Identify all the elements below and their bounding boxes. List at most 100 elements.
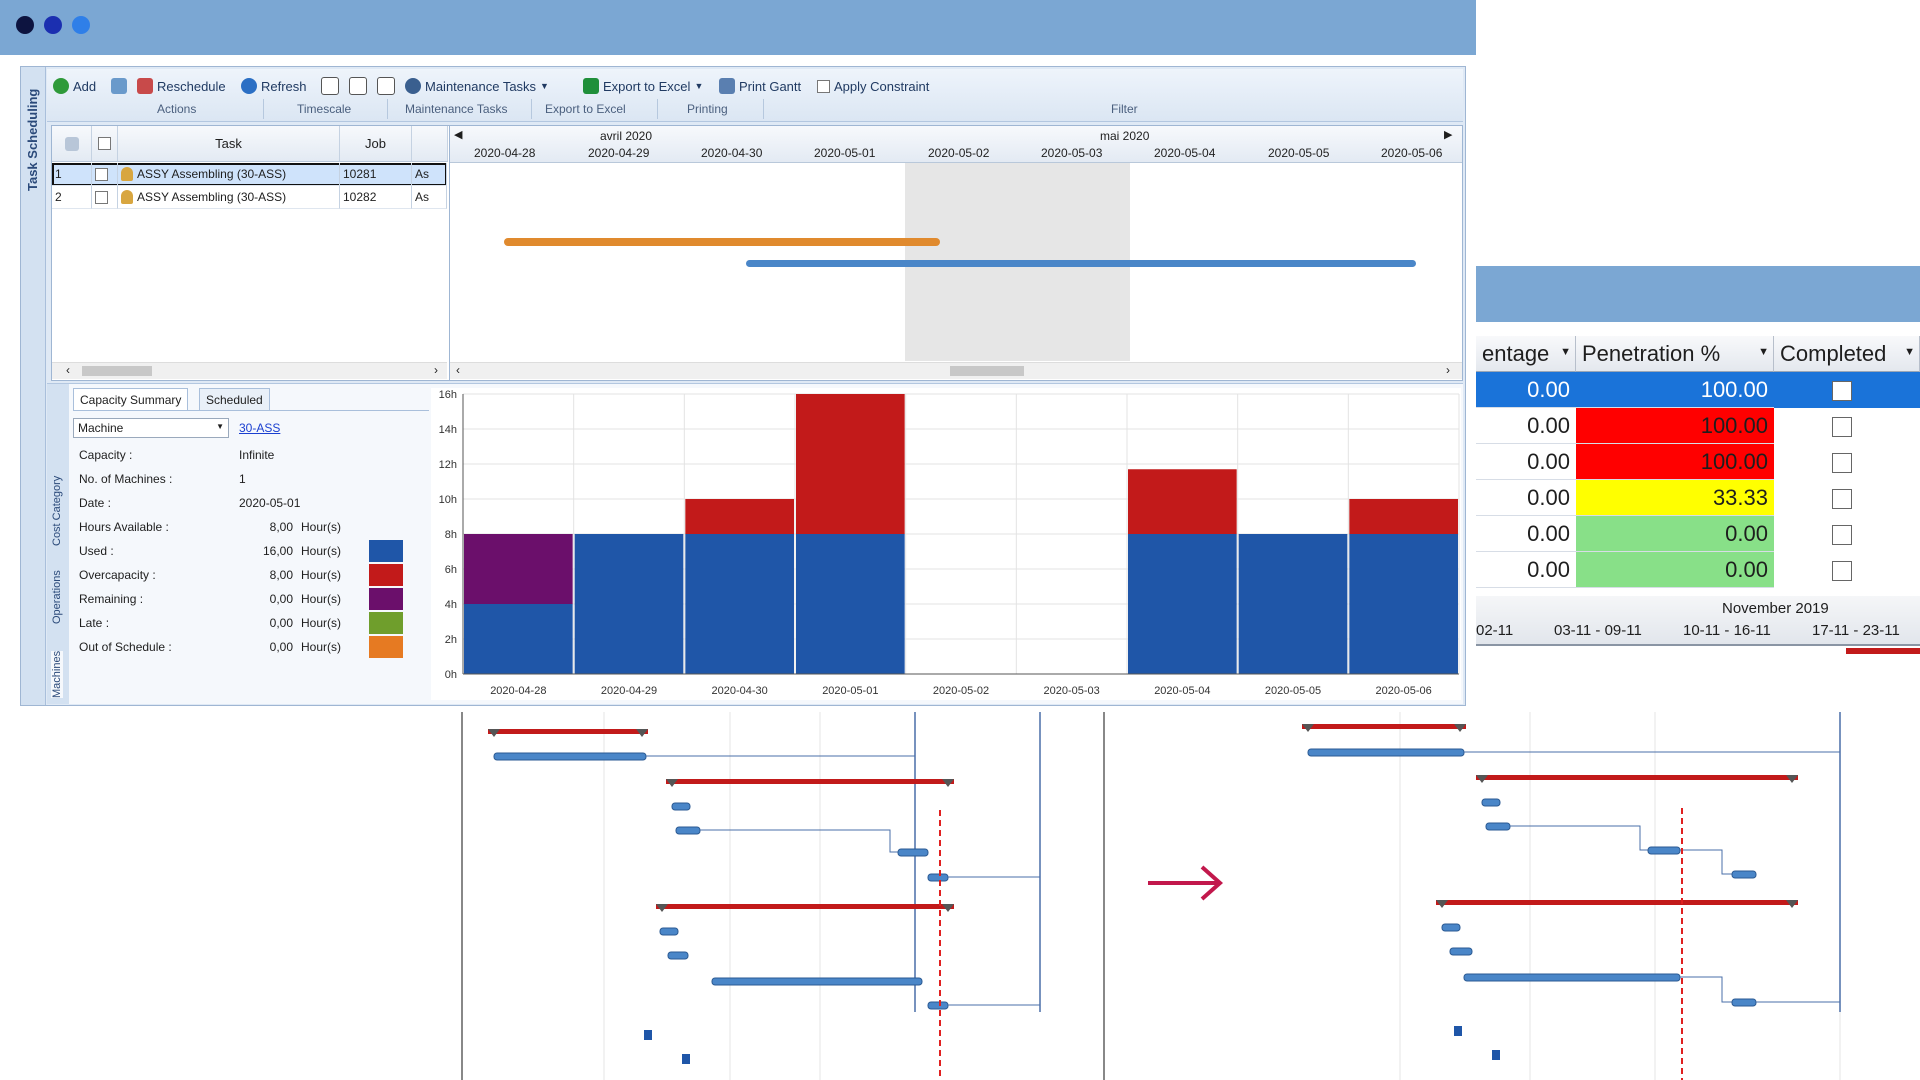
completed-checkbox[interactable]	[1832, 561, 1852, 581]
scroll-thumb[interactable]	[950, 366, 1024, 376]
select-all-checkbox[interactable]	[98, 137, 111, 150]
apply-constraint-checkbox[interactable]: Apply Constraint	[817, 75, 929, 97]
scroll-next-icon[interactable]: ▶	[1444, 128, 1452, 141]
task-bar[interactable]	[1731, 998, 1757, 1007]
completed-checkbox[interactable]	[1832, 453, 1852, 473]
scroll-left-icon[interactable]: ‹	[66, 363, 70, 377]
resource-type-select[interactable]: Machine ▼	[73, 418, 229, 438]
add-button[interactable]: Add	[53, 75, 96, 97]
summary-bar[interactable]	[488, 729, 648, 734]
task-bar[interactable]	[711, 977, 923, 986]
task-cell[interactable]: ASSY Assembling (30-ASS)	[118, 186, 340, 209]
task-bar[interactable]	[1731, 870, 1757, 879]
extra-cell[interactable]: As	[412, 163, 447, 186]
chevron-down-icon[interactable]: ▼	[1904, 346, 1915, 358]
grid-options-header[interactable]	[52, 126, 92, 162]
side-tab-operations[interactable]: Operations	[51, 570, 63, 624]
dependency-link	[1680, 976, 1732, 1003]
completed-checkbox[interactable]	[1832, 417, 1852, 437]
summary-bar[interactable]	[666, 779, 954, 784]
task-bar[interactable]	[927, 873, 949, 882]
scroll-left-icon[interactable]: ‹	[456, 363, 460, 377]
task-bar[interactable]	[671, 802, 691, 811]
table-row[interactable]: 0.00 0.00	[1476, 516, 1920, 552]
side-tab-machines[interactable]: Machines	[51, 650, 63, 698]
task-bar[interactable]	[667, 951, 689, 960]
table-row[interactable]: 2 ASSY Assembling (30-ASS) 10282 As	[52, 186, 447, 209]
row-checkbox-cell[interactable]	[92, 186, 118, 209]
timescale-month-button[interactable]	[377, 75, 395, 97]
summary-bar[interactable]	[1302, 724, 1466, 729]
completed-checkbox[interactable]	[1832, 525, 1852, 545]
task-bar[interactable]	[1481, 798, 1501, 807]
task-bar[interactable]	[1485, 822, 1511, 831]
completed-checkbox[interactable]	[1832, 381, 1852, 401]
select-all-header[interactable]	[92, 126, 118, 162]
chevron-down-icon[interactable]: ▼	[1560, 346, 1571, 358]
task-bar[interactable]	[1647, 846, 1681, 855]
table-row[interactable]: 1 ASSY Assembling (30-ASS) 10281 As	[52, 163, 447, 186]
summary-bar[interactable]	[656, 904, 954, 909]
chart-x-tick-label: 2020-05-06	[1376, 685, 1432, 697]
summary-bar[interactable]	[1436, 900, 1798, 905]
column-header-completed[interactable]: Completed ▼	[1774, 336, 1920, 372]
tab-capacity-summary[interactable]: Capacity Summary	[73, 388, 189, 411]
task-bar[interactable]	[1441, 923, 1461, 932]
export-excel-button[interactable]: Export to Excel ▼	[583, 75, 703, 97]
resource-link[interactable]: 30-ASS	[239, 421, 280, 435]
row-checkbox[interactable]	[95, 190, 108, 204]
reschedule-button[interactable]: Reschedule	[137, 75, 226, 97]
gantt-horizontal-scrollbar[interactable]: ‹ ›	[450, 362, 1462, 379]
task-cell[interactable]: ASSY Assembling (30-ASS)	[118, 163, 340, 186]
extra-cell[interactable]: As	[412, 186, 447, 209]
summary-bar[interactable]	[1476, 775, 1798, 780]
print-gantt-button[interactable]: Print Gantt	[719, 75, 801, 97]
task-bar[interactable]	[897, 848, 929, 857]
column-header-penetration[interactable]: Penetration % ▼	[1576, 336, 1774, 372]
task-bar[interactable]	[1449, 947, 1473, 956]
divider	[387, 99, 388, 119]
timescale-week-button[interactable]	[349, 75, 367, 97]
task-bar[interactable]	[927, 1001, 949, 1010]
save-button[interactable]	[111, 75, 127, 97]
row-checkbox-cell[interactable]	[92, 163, 118, 186]
date-label: Date :	[79, 496, 112, 510]
job-cell[interactable]: 10281	[340, 163, 412, 186]
side-tab-cost-category[interactable]: Cost Category	[51, 476, 63, 546]
chart-bar	[685, 534, 794, 674]
tab-scheduled[interactable]: Scheduled	[199, 388, 270, 411]
column-header-task[interactable]: Task	[118, 126, 340, 162]
table-row[interactable]: 0.00 100.00	[1476, 372, 1920, 408]
side-title-tab[interactable]: Task Scheduling	[21, 67, 46, 705]
scroll-thumb[interactable]	[82, 366, 152, 376]
scroll-right-icon[interactable]: ›	[1446, 363, 1450, 377]
maintenance-tasks-button[interactable]: Maintenance Tasks ▼	[405, 75, 549, 97]
chevron-down-icon[interactable]: ▼	[1758, 346, 1769, 358]
column-header-extra[interactable]	[412, 126, 448, 162]
column-header-job[interactable]: Job	[340, 126, 412, 162]
gantt-bar-task-1[interactable]	[504, 238, 940, 246]
timescale-day-button[interactable]	[321, 75, 339, 97]
scroll-prev-icon[interactable]: ◀	[454, 128, 462, 141]
task-bar[interactable]	[493, 752, 647, 761]
column-header-percentage[interactable]: entage ▼	[1476, 336, 1576, 372]
table-row[interactable]: 0.00 33.33	[1476, 480, 1920, 516]
refresh-button[interactable]: Refresh	[241, 75, 307, 97]
table-row[interactable]: 0.00 0.00	[1476, 552, 1920, 588]
gantt-bar-task-2[interactable]	[746, 260, 1416, 267]
job-cell[interactable]: 10282	[340, 186, 412, 209]
grid-horizontal-scrollbar[interactable]: ‹ ›	[52, 362, 447, 379]
task-bar[interactable]	[675, 826, 701, 835]
chart-bar	[1349, 499, 1458, 534]
table-row[interactable]: 0.00 100.00	[1476, 444, 1920, 480]
machines-value: 1	[239, 472, 246, 486]
table-row[interactable]: 0.00 100.00	[1476, 408, 1920, 444]
overcapacity-value: 8,00	[269, 568, 293, 582]
task-bar[interactable]	[1463, 973, 1681, 982]
penetration-cell: 100.00	[1576, 408, 1774, 444]
completed-checkbox[interactable]	[1832, 489, 1852, 509]
row-checkbox[interactable]	[95, 167, 108, 181]
task-bar[interactable]	[659, 927, 679, 936]
scroll-right-icon[interactable]: ›	[434, 363, 438, 377]
task-bar[interactable]	[1307, 748, 1465, 757]
